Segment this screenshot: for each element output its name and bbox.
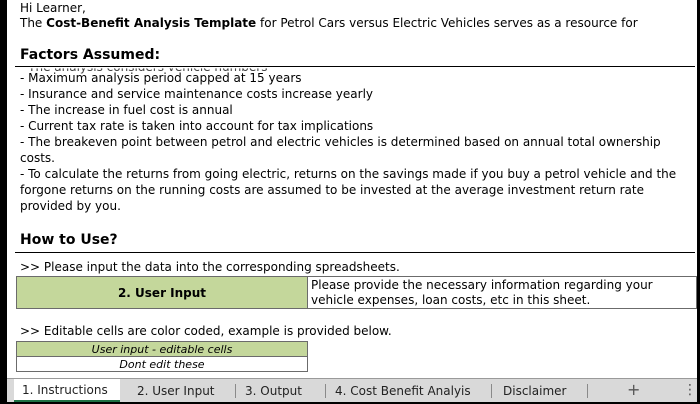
factor-item: forgone returns on the running costs are… [20,183,644,197]
factor-item: - Maximum analysis period capped at 15 y… [20,71,302,85]
intro-sentence: The Cost-Benefit Analysis Template for P… [20,16,638,30]
tab-separator [491,384,492,398]
sheet-tab-bar: 1. Instructions 2. User Input 3. Output … [7,378,697,402]
tab-disclaimer[interactable]: Disclaimer [495,379,574,402]
user-input-desc-line: Please provide the necessary information… [311,278,653,292]
tab-user-input[interactable]: 2. User Input [129,379,223,402]
factor-item: - Insurance and service maintenance cost… [20,87,374,101]
spreadsheet-area: Hi Learner, The Cost-Benefit Analysis Te… [7,0,697,378]
factor-item: - To calculate the returns from going el… [20,167,677,181]
how-to-divider [15,252,695,253]
factor-item: provided by you. [20,199,121,213]
user-input-sheet-cell[interactable]: 2. User Input [16,276,308,309]
tab-output[interactable]: 3. Output [237,379,310,402]
tab-instructions[interactable]: 1. Instructions [14,379,120,402]
legend-locked-cell: Dont edit these [16,356,308,372]
legend-editable-cell: User input - editable cells [16,341,308,357]
factors-divider [15,66,695,67]
add-sheet-icon[interactable]: + [627,380,640,399]
factor-item: costs. [20,151,55,165]
how-to-heading: How to Use? [20,232,118,248]
input-instruction: >> Please input the data into the corres… [20,260,400,274]
tab-cost-benefit-analysis[interactable]: 4. Cost Benefit Analyis [327,379,479,402]
factor-item: - The increase in fuel cost is annual [20,103,233,117]
factors-heading: Factors Assumed: [20,47,161,63]
tab-separator [325,384,326,398]
tab-separator [235,384,236,398]
window-frame: Hi Learner, The Cost-Benefit Analysis Te… [0,0,700,404]
intro-template-name: Cost-Benefit Analysis Template [46,16,257,30]
factor-item: - Current tax rate is taken into account… [20,119,374,133]
tab-separator [587,384,588,398]
user-input-desc-line: vehicle expenses, loan costs, etc in thi… [311,293,591,307]
factor-item: - The breakeven point between petrol and… [20,135,661,149]
user-input-description-cell: Please provide the necessary information… [307,276,697,309]
intro-prefix: The [20,16,47,30]
intro-suffix: for Petrol Cars versus Electric Vehicles… [256,16,638,30]
greeting-text: Hi Learner, [20,1,86,15]
more-options-icon[interactable]: ⋮ [683,382,697,398]
color-code-note: >> Editable cells are color coded, examp… [20,324,392,338]
